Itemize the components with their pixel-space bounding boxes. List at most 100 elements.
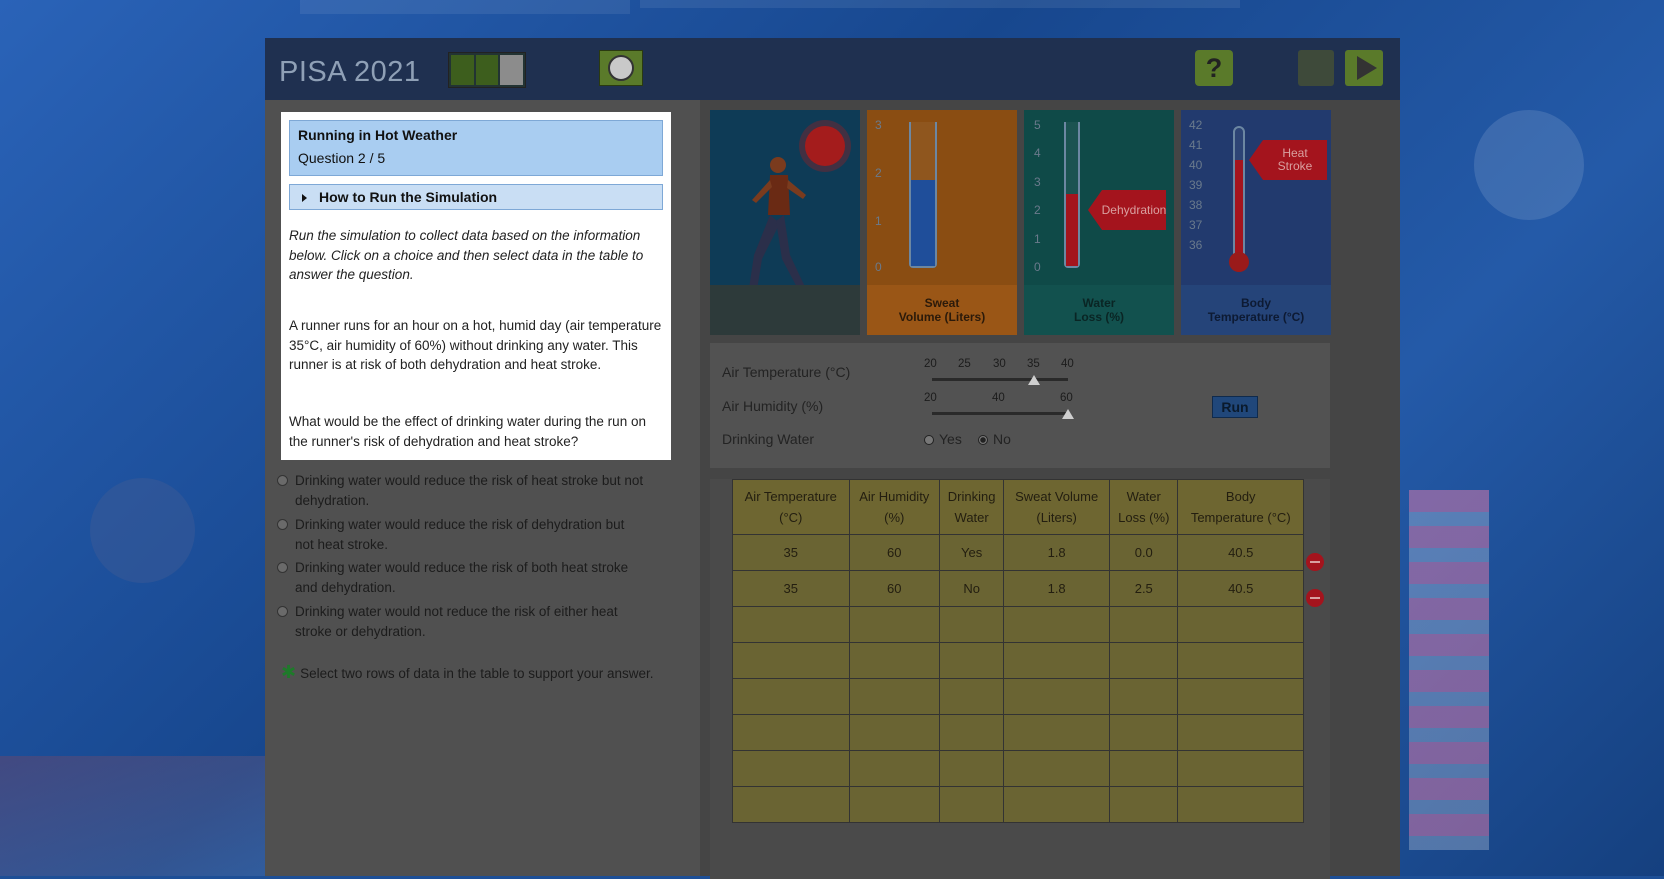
table-cell: 2.5 (1109, 570, 1179, 607)
tick-label: 0 (1034, 260, 1041, 274)
column-header: Drinking Water (939, 479, 1005, 535)
table-cell (1003, 642, 1111, 679)
drinking-yes-option[interactable]: Yes (924, 431, 962, 447)
selection-note-text: Select two rows of data in the table to … (300, 666, 654, 681)
air-humidity-label: Air Humidity (%) (722, 398, 824, 414)
radio-button[interactable] (978, 435, 988, 446)
tick-label: 2 (875, 166, 882, 180)
simulation-panel: 3 2 1 0 Sweat Volume (Liters) 5 4 3 2 1 0 (700, 100, 1400, 879)
thermometer-tube (1233, 126, 1245, 256)
tick-label: 3 (875, 118, 882, 132)
scale-label: 20 (924, 358, 937, 370)
answer-option-1[interactable]: Drinking water would reduce the risk of … (277, 471, 645, 510)
table-cell: 35 (732, 534, 850, 571)
column-header: Air Humidity (%) (848, 479, 941, 535)
table-row[interactable]: 35 60 Yes 1.8 0.0 40.5 (732, 534, 1304, 571)
table-cell (939, 642, 1005, 679)
scale-label: 20 (924, 392, 937, 404)
top-toolbar: PISA 2021 ? (265, 38, 1400, 100)
water-loss-tube (1064, 122, 1080, 268)
runner-scene (710, 110, 860, 335)
radio-button[interactable] (924, 435, 934, 446)
back-button[interactable] (1298, 50, 1334, 86)
table-cell (939, 750, 1005, 787)
empty-table-row[interactable] (732, 786, 1304, 823)
star-icon: ✱ (281, 662, 297, 682)
table-cell (1177, 606, 1304, 643)
table-cell (939, 786, 1005, 823)
empty-table-row[interactable] (732, 606, 1304, 643)
table-cell (848, 786, 941, 823)
table-cell (1177, 786, 1304, 823)
empty-table-row[interactable] (732, 642, 1304, 679)
remove-row-button[interactable] (1306, 553, 1324, 571)
answer-option-label: Drinking water would reduce the risk of … (295, 473, 644, 508)
empty-table-row[interactable] (732, 714, 1304, 751)
air-temperature-slider[interactable] (932, 378, 1068, 381)
table-cell (732, 786, 850, 823)
scale-label: 30 (993, 358, 1006, 370)
table-cell (1003, 786, 1111, 823)
results-table-area: Air Temperature (°C) Air Humidity (%) Drin… (710, 479, 1330, 879)
empty-table-row[interactable] (732, 678, 1304, 715)
tick-label: 1 (875, 214, 882, 228)
answer-option-label: Drinking water would not reduce the risk… (295, 604, 618, 639)
question-card: Running in Hot Weather Question 2 / 5 Ho… (281, 112, 671, 460)
help-button[interactable]: ? (1195, 50, 1233, 86)
scale-label: 60 (1060, 392, 1073, 404)
table-cell: 35 (732, 570, 850, 607)
drinking-no-option[interactable]: No (978, 431, 1011, 447)
table-cell (848, 678, 941, 715)
next-button[interactable] (1345, 50, 1383, 86)
table-cell: 60 (848, 534, 941, 571)
table-cell (939, 678, 1005, 715)
tick-label: 41 (1189, 138, 1203, 152)
air-humidity-slider-handle[interactable] (1062, 409, 1074, 419)
timer-button[interactable] (599, 50, 643, 86)
play-arrow-icon (1356, 56, 1377, 80)
tick-label: 37 (1189, 218, 1203, 232)
radio-button[interactable] (277, 562, 288, 573)
radio-button[interactable] (277, 475, 288, 486)
flag-decoration-left (0, 756, 265, 876)
table-cell (1177, 642, 1304, 679)
table-cell (1109, 642, 1179, 679)
column-header: Air Temperature (°C) (732, 479, 850, 535)
table-cell (1109, 714, 1179, 751)
table-cell: 1.8 (1003, 570, 1111, 607)
table-row[interactable]: 35 60 No 1.8 2.5 40.5 (732, 570, 1304, 607)
thermometer-fill (1235, 159, 1243, 254)
empty-table-row[interactable] (732, 750, 1304, 787)
air-humidity-slider[interactable] (932, 412, 1068, 415)
radio-button[interactable] (277, 606, 288, 617)
table-cell (1109, 786, 1179, 823)
water-loss-label: Water Loss (%) (1024, 285, 1174, 335)
tick-label: 0 (875, 260, 882, 274)
table-cell (732, 750, 850, 787)
progress-indicator (448, 52, 526, 88)
scale-label: 25 (958, 358, 971, 370)
how-to-run-expander[interactable]: How to Run the Simulation (289, 184, 663, 210)
brand-title: PISA 2021 (279, 56, 421, 88)
answer-option-2[interactable]: Drinking water would reduce the risk of … (277, 515, 645, 554)
tick-label: 39 (1189, 178, 1203, 192)
question-mark-icon: ? (1205, 53, 1223, 83)
column-header: Water Loss (%) (1109, 479, 1179, 535)
scale-label: 40 (1061, 358, 1074, 370)
selection-note: ✱ Select two rows of data in the table to… (281, 662, 661, 684)
radio-button[interactable] (277, 519, 288, 530)
caret-right-icon (302, 194, 307, 203)
flower-emblem-decoration (1474, 110, 1584, 220)
question-stem-context: A runner runs for an hour on a hot, humi… (289, 318, 662, 372)
water-loss-fill (1066, 194, 1078, 266)
tick-label: 38 (1189, 198, 1203, 212)
answer-option-4[interactable]: Drinking water would not reduce the risk… (277, 602, 645, 641)
table-cell (732, 606, 850, 643)
run-button[interactable]: Run (1212, 396, 1258, 418)
table-cell: 40.5 (1177, 570, 1304, 607)
progress-segment-remaining (500, 55, 524, 85)
air-temperature-slider-handle[interactable] (1028, 375, 1040, 385)
drinking-water-label: Drinking Water (722, 431, 815, 447)
answer-option-3[interactable]: Drinking water would reduce the risk of … (277, 558, 645, 597)
remove-row-button[interactable] (1306, 589, 1324, 607)
